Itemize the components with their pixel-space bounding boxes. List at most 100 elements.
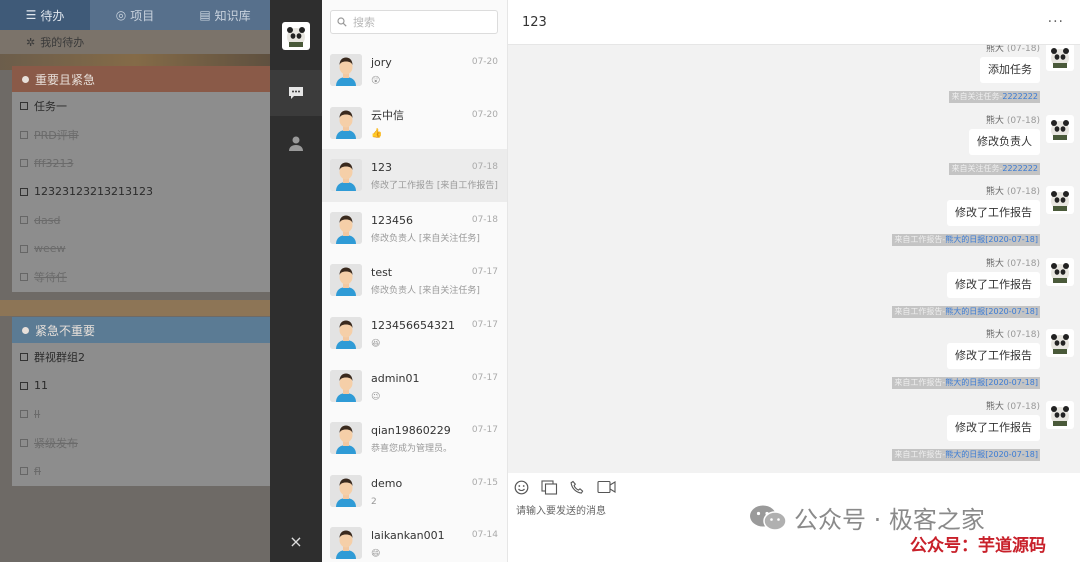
sender-avatar[interactable] [1046,114,1074,143]
source-link[interactable]: 2222222 [1002,164,1038,173]
message-bubble[interactable]: 添加任务 [980,57,1040,83]
todo-item[interactable]: 任务一 [12,92,270,121]
message-bubble[interactable]: 修改负责人 [969,128,1040,155]
message-bubble[interactable]: 修改了工作报告 [947,200,1040,226]
checkbox[interactable] [20,130,28,139]
todo-item-label: dasd [34,213,61,227]
contact-date: 07-20 [471,57,498,67]
todo-item-label: 紧级发布 [34,436,78,450]
todo-item-label: 任务一 [34,100,67,114]
watermark-wechat: 公众号 · 极客之家 [748,500,985,535]
contact-item[interactable]: 123456 修改负责人 [来自关注任务] 07-18 [322,202,507,255]
user-avatar[interactable] [282,22,310,50]
source-link[interactable]: 熊大的日报[2020-07-18] [945,307,1038,316]
sender-avatar[interactable] [1046,186,1074,214]
todo-item[interactable]: ll [12,400,270,429]
icon-sidebar: × [270,0,322,562]
checkbox[interactable] [20,410,28,419]
voice-call-button[interactable] [570,480,585,495]
checkbox[interactable] [20,438,28,447]
source-label: 来自工作报告- [894,378,946,387]
message-bubble[interactable]: 修改了工作报告 [947,414,1040,441]
checkbox[interactable] [20,187,28,196]
checkbox[interactable] [20,273,28,282]
phone-icon [570,480,584,494]
tab-todo[interactable]: ☰ 待办 [0,0,90,30]
todo-item[interactable]: fl [12,457,270,486]
message-sender: 熊大 [985,330,1004,340]
default-avatar-icon [330,474,362,507]
nav-chat[interactable] [270,70,322,116]
sender-avatar[interactable] [1046,45,1074,71]
source-label: 来自工作报告- [894,306,946,316]
contact-item[interactable]: qian19860229 恭喜您成为管理员。 07-17 [322,412,507,465]
todo-item[interactable]: 12323123213213123 [12,178,270,207]
group-title: 紧急不重要 [35,323,96,338]
video-call-button[interactable] [597,480,617,494]
checkbox[interactable] [20,353,28,362]
message-bubble[interactable]: 修改了工作报告 [947,343,1040,369]
todo-item-label: fff3213 [34,156,74,170]
tab-project[interactable]: ◎ 项目 [90,0,180,30]
group-title: 重要且紧急 [35,72,96,87]
source-link[interactable]: 熊大的日报[2020-07-18] [945,450,1038,459]
contact-item[interactable]: laikankan001 😄 07-14 [322,517,507,562]
checkbox[interactable] [20,216,28,225]
search-input[interactable] [353,15,483,29]
wechat-logo-icon [750,505,787,531]
source-link[interactable]: 熊大的日报[2020-07-18] [945,235,1038,244]
sender-avatar[interactable] [1046,257,1074,286]
nav-contacts[interactable] [270,120,322,166]
contact-date: 07-14 [471,530,498,541]
checkbox[interactable] [20,467,28,476]
source-link[interactable]: 2222222 [1002,92,1038,101]
todo-item[interactable]: fff3213 [12,149,270,178]
checkbox[interactable] [20,159,28,168]
more-options-icon[interactable]: ··· [1048,14,1064,30]
sender-avatar[interactable] [1046,400,1074,429]
screenshot-button[interactable] [541,479,558,495]
panda-avatar-icon [1051,191,1069,211]
sender-avatar[interactable] [1046,329,1074,357]
tab-knowledge[interactable]: ▤ 知识库 [180,0,270,30]
message-time: (07-18) [1006,115,1040,126]
checkbox[interactable] [20,102,28,111]
message-bubble[interactable]: 修改了工作报告 [947,271,1040,298]
emoji-button[interactable] [514,480,529,495]
todo-item[interactable]: 11 [12,372,270,401]
todo-item[interactable]: 等待任 [12,263,270,292]
default-avatar-icon [330,54,362,86]
contact-item[interactable]: test 修改负责人 [来自关注任务] 07-17 [322,254,507,307]
contact-item[interactable]: admin01 😉 07-17 [322,360,507,413]
source-link[interactable]: 熊大的日报[2020-07-18] [945,378,1038,387]
default-avatar-icon [330,211,362,244]
panda-avatar-icon [1051,405,1069,426]
contact-item[interactable]: 123 修改了工作报告 [来自工作报告] 07-18 [322,149,507,202]
tab-knowledge-label: 知识库 [214,8,251,23]
contact-item[interactable]: jory 😲 07-20 [322,44,507,97]
message-area[interactable]: 熊大 (07-18) 添加任务 来自关注任务-2222222 熊大 (07-18) 修改… [508,45,1080,473]
todo-item[interactable]: 群视群组2 [12,343,270,372]
contact-date: 07-18 [471,214,498,225]
contact-item[interactable]: 云中信 👍 07-20 [322,97,507,150]
todo-item[interactable]: dasd [12,206,270,235]
chat-title: 123 [522,14,547,30]
source-label: 来自关注任务- [951,92,1003,101]
close-icon: × [289,531,303,551]
message-meta: 熊大 (07-18) [986,184,1040,197]
source-label: 来自工作报告- [894,235,946,244]
default-avatar-icon [330,159,362,192]
watermark-text: 公众号 · 极客之家 [794,506,985,534]
todo-item-label: ll [34,407,41,421]
contact-avatar [330,211,362,244]
close-button[interactable]: × [270,529,322,553]
contact-item[interactable]: 123456654321 😆 07-17 [322,307,507,360]
todo-item[interactable]: 紧级发布 [12,429,270,458]
contact-item[interactable]: demo 2 07-15 [322,465,507,518]
checkbox[interactable] [20,381,28,390]
todo-item[interactable]: weew [12,235,270,264]
contact-avatar [330,369,362,402]
todo-item[interactable]: PRD评审 [12,121,270,150]
contact-last-message: 2 [371,496,377,507]
checkbox[interactable] [20,244,28,253]
